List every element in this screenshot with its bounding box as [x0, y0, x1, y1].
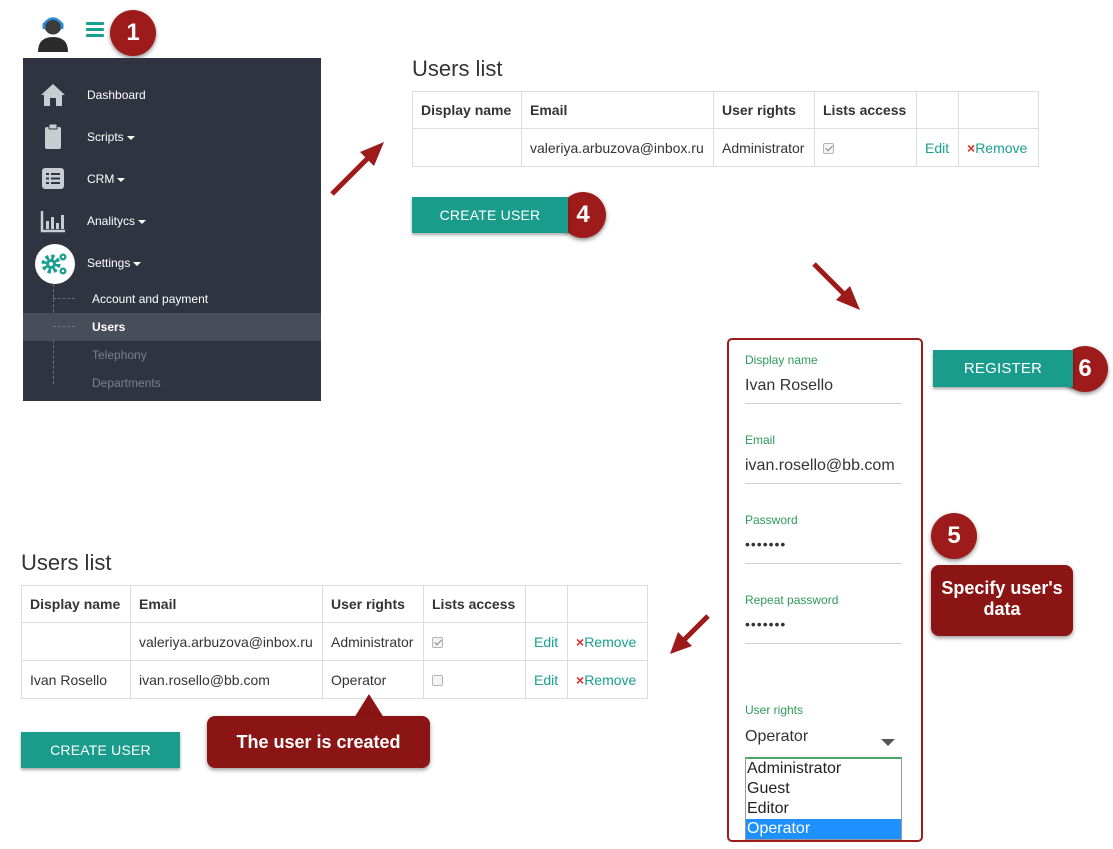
dropdown-arrow-icon[interactable] — [881, 739, 895, 746]
password-label: Password — [745, 513, 798, 527]
option-operator[interactable]: Operator — [746, 819, 901, 839]
sidebar-item-crm[interactable]: CRM — [23, 158, 321, 200]
remove-link[interactable]: ×Remove — [576, 672, 636, 688]
caret-down-icon — [138, 219, 147, 224]
email-label: Email — [745, 433, 776, 447]
arrow-down-left-icon — [670, 614, 710, 654]
table-row: Ivan Rosello ivan.rosello@bb.com Operato… — [21, 660, 648, 699]
sidebar-subitem-telephony[interactable]: Telephony — [53, 341, 321, 369]
column-header — [525, 585, 568, 623]
display-name-field[interactable]: Ivan Rosello — [745, 377, 833, 395]
sidebar-item-scripts[interactable]: Scripts — [23, 116, 321, 158]
user-avatar-icon[interactable] — [34, 14, 72, 52]
cell-user-rights: Operator — [322, 660, 424, 699]
email-field[interactable]: ivan.rosello@bb.com — [745, 457, 895, 475]
cell-display-name: Ivan Rosello — [21, 660, 131, 699]
cell-email: valeriya.arbuzova@inbox.ru — [521, 128, 714, 167]
edit-link[interactable]: Edit — [534, 672, 558, 688]
table-row: valeriya.arbuzova@inbox.ru Administrator… — [21, 622, 648, 661]
step-badge-1: 1 — [110, 10, 156, 56]
column-header — [958, 91, 1039, 129]
lists-access-checkbox[interactable] — [432, 637, 443, 649]
password-field[interactable]: ••••••• — [745, 536, 786, 552]
sidebar-item-settings[interactable]: Settings — [23, 242, 321, 284]
close-icon: × — [967, 139, 976, 156]
arrow-up-right-icon — [330, 142, 384, 196]
sidebar-subitem-label: Users — [92, 320, 126, 334]
sidebar-item-analitycs[interactable]: Analitycs — [23, 200, 321, 242]
home-icon — [41, 84, 65, 106]
cell-user-rights: Administrator — [322, 622, 424, 661]
lists-access-checkbox[interactable] — [432, 675, 443, 687]
column-header — [916, 91, 959, 129]
register-button[interactable]: REGISTER — [933, 350, 1073, 387]
column-header: Display name — [21, 585, 131, 623]
create-user-button[interactable]: CREATE USER — [412, 197, 568, 233]
bar-chart-icon — [40, 211, 65, 233]
column-header: Email — [521, 91, 714, 129]
option-editor[interactable]: Editor — [746, 799, 901, 819]
cell-display-name — [412, 128, 522, 167]
remove-link[interactable]: ×Remove — [576, 634, 636, 650]
sidebar-subitem-label: Telephony — [92, 348, 147, 362]
sidebar-subitem-departments[interactable]: Departments — [53, 369, 321, 397]
list-icon — [42, 168, 64, 189]
option-guest[interactable]: Guest — [746, 779, 901, 799]
cell-lists-access — [423, 622, 526, 661]
column-header: Display name — [412, 91, 522, 129]
users-list-title: Users list — [412, 56, 503, 81]
sidebar-item-label: Dashboard — [87, 88, 146, 102]
create-user-button[interactable]: CREATE USER — [21, 732, 180, 768]
sidebar-subitem-account[interactable]: Account and payment — [53, 285, 321, 313]
column-header — [567, 585, 648, 623]
edit-link[interactable]: Edit — [925, 140, 949, 156]
sidebar-item-label: Settings — [87, 256, 131, 270]
sidebar-subitem-label: Departments — [92, 376, 161, 390]
sidebar-item-label: Scripts — [87, 130, 124, 144]
sidebar-item-label: Analitycs — [87, 214, 136, 228]
cell-display-name — [21, 622, 131, 661]
close-icon: × — [576, 633, 585, 650]
cell-lists-access — [423, 660, 526, 699]
sidebar-item-dashboard[interactable]: Dashboard — [23, 74, 321, 116]
sidebar-item-label: CRM — [87, 172, 115, 186]
cell-email: ivan.rosello@bb.com — [130, 660, 323, 699]
callout-pointer — [354, 694, 384, 718]
caret-down-icon — [133, 261, 142, 266]
arrow-down-right-icon — [812, 262, 860, 310]
repeat-password-field[interactable]: ••••••• — [745, 616, 786, 632]
sidebar: Dashboard Scripts CRM Analitycs Settings… — [23, 58, 321, 401]
users-table-bottom: Display name Email User rights Lists acc… — [21, 585, 648, 699]
sidebar-subitem-users[interactable]: Users — [23, 313, 321, 341]
close-icon: × — [576, 671, 585, 688]
remove-link[interactable]: ×Remove — [967, 140, 1027, 156]
cell-email: valeriya.arbuzova@inbox.ru — [130, 622, 323, 661]
column-header: Lists access — [423, 585, 526, 623]
users-table-top: Display name Email User rights Lists acc… — [412, 91, 1039, 167]
callout-user-created: The user is created — [207, 716, 430, 768]
caret-down-icon — [126, 135, 135, 140]
user-rights-select[interactable]: Operator — [745, 728, 808, 746]
hamburger-menu-icon[interactable] — [86, 22, 104, 38]
column-header: User rights — [713, 91, 815, 129]
option-administrator[interactable]: Administrator — [746, 759, 901, 779]
repeat-password-label: Repeat password — [745, 593, 839, 607]
user-rights-options: Administrator Guest Editor Operator — [745, 757, 902, 840]
edit-link[interactable]: Edit — [534, 634, 558, 650]
caret-down-icon — [117, 177, 126, 182]
step-badge-5: 5 — [931, 513, 977, 559]
cell-lists-access — [814, 128, 917, 167]
lists-access-checkbox[interactable] — [823, 143, 834, 155]
sidebar-subitem-label: Account and payment — [92, 292, 209, 306]
callout-specify-data: Specify user's data — [931, 565, 1073, 636]
clipboard-icon — [45, 124, 61, 149]
cell-user-rights: Administrator — [713, 128, 815, 167]
table-row: valeriya.arbuzova@inbox.ru Administrator… — [412, 128, 1039, 167]
display-name-label: Display name — [745, 353, 818, 367]
column-header: User rights — [322, 585, 424, 623]
users-list-title: Users list — [21, 550, 112, 575]
user-rights-label: User rights — [745, 703, 804, 717]
column-header: Email — [130, 585, 323, 623]
column-header: Lists access — [814, 91, 917, 129]
